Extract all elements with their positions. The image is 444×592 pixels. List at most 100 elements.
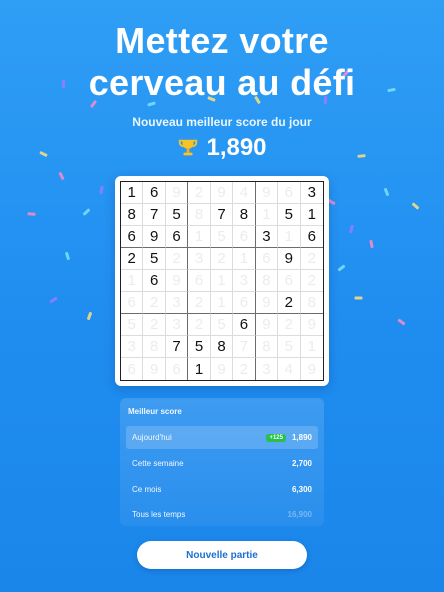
stat-label: Aujourd'hui: [132, 433, 172, 442]
sudoku-cell-empty: 9: [255, 314, 279, 336]
sudoku-cell-empty: 3: [188, 248, 211, 270]
sudoku-cell-empty: 9: [143, 358, 166, 380]
sudoku-cell-empty: 7: [233, 336, 256, 358]
sudoku-cell-empty: 9: [307, 360, 316, 378]
stat-value: 16,900: [287, 510, 312, 519]
confetti-piece: [337, 264, 346, 272]
confetti-piece: [99, 185, 104, 195]
sudoku-cell-empty: 3: [165, 314, 189, 336]
sudoku-cell-empty: 2: [233, 358, 256, 380]
sudoku-cell-empty: 6: [278, 182, 301, 204]
stat-label: Tous les temps: [132, 510, 186, 519]
best-score-panel: Meilleur score Aujourd'hui +125 1,890 Ce…: [120, 398, 324, 526]
sudoku-cell-empty: 8: [188, 204, 211, 226]
sudoku-cell-given: 8: [121, 204, 144, 226]
sudoku-cell-empty: 2: [300, 270, 323, 292]
sudoku-cell-empty: 5: [210, 314, 234, 336]
sudoku-cell-given: 9: [143, 226, 166, 248]
sudoku-cell-empty: 1: [255, 204, 279, 226]
sudoku-cell-empty: 2: [143, 314, 166, 336]
sudoku-cell-empty: 5: [210, 226, 234, 248]
sudoku-cell-empty: 6: [121, 292, 144, 314]
sudoku-cell-given: 8: [233, 204, 256, 226]
score-display: 1,890: [0, 134, 444, 162]
sudoku-cell-given: 5: [143, 248, 166, 270]
sudoku-cell-empty: 3: [256, 358, 279, 380]
sudoku-cell-empty: 3: [165, 292, 189, 314]
stat-label: Cette semaine: [132, 459, 184, 468]
stat-row-month: Ce mois 6,300: [126, 478, 318, 501]
sudoku-cell-empty: 8: [255, 336, 279, 358]
sudoku-cell-empty: 6: [121, 358, 144, 380]
confetti-piece: [27, 212, 36, 216]
sudoku-cell-given: 8: [210, 336, 234, 358]
sudoku-cell-given: 5: [165, 204, 189, 226]
sudoku-cell-empty: 2: [210, 248, 234, 270]
sudoku-cell-given: 6: [233, 314, 256, 336]
sudoku-cell-given: 6: [300, 226, 323, 248]
sudoku-cell-given: 6: [121, 226, 144, 248]
sudoku-grid: 1692949638758781516961563162523216921696…: [120, 181, 324, 381]
sudoku-cell-empty: 2: [188, 182, 211, 204]
headline-line-2: cerveau au défi: [88, 62, 356, 103]
sudoku-cell-given: 6: [143, 270, 166, 292]
sudoku-cell-empty: 1: [300, 336, 323, 358]
sudoku-cell-empty: 8: [300, 292, 323, 314]
sudoku-cell-empty: 6: [278, 270, 301, 292]
sudoku-cell-empty: 1: [233, 248, 256, 270]
stat-row-today: Aujourd'hui +125 1,890: [126, 426, 318, 449]
sudoku-board: 1692949638758781516961563162523216921696…: [115, 176, 329, 386]
trophy-icon: [177, 137, 199, 159]
confetti-piece: [49, 296, 58, 304]
sudoku-cell-given: 1: [188, 358, 211, 380]
sudoku-cell-empty: 9: [300, 314, 323, 336]
confetti-piece: [397, 318, 406, 326]
sudoku-cell-empty: 9: [255, 292, 279, 314]
sudoku-cell-empty: 6: [255, 248, 279, 270]
sudoku-cell-empty: 3: [121, 336, 144, 358]
stat-value: 2,700: [291, 459, 312, 468]
sudoku-cell-given: 3: [255, 226, 279, 248]
sudoku-cell-given: 7: [165, 336, 189, 358]
sudoku-cell-empty: 4: [278, 358, 301, 380]
stat-value: 6,300: [291, 485, 312, 494]
sudoku-cell-empty: 2: [188, 314, 211, 336]
sudoku-cell-given: 6: [165, 226, 189, 248]
sudoku-cell-empty: 2: [188, 292, 211, 314]
headline: Mettez votre cerveau au défi: [0, 20, 444, 104]
sudoku-cell-given: 1: [300, 204, 323, 226]
sudoku-cell-empty: 6: [233, 292, 256, 314]
stat-row-week: Cette semaine 2,700: [126, 452, 318, 475]
sudoku-cell-empty: 2: [278, 314, 301, 336]
new-game-button[interactable]: Nouvelle partie: [137, 541, 307, 569]
sudoku-cell-empty: 4: [233, 182, 256, 204]
sudoku-cell-given: 6: [143, 182, 166, 204]
stat-label: Ce mois: [132, 485, 162, 494]
sudoku-cell-empty: 3: [233, 270, 256, 292]
sudoku-cell-empty: 5: [121, 314, 144, 336]
sudoku-cell-empty: 2: [300, 248, 323, 270]
sudoku-cell-empty: 2: [165, 248, 189, 270]
sudoku-cell-empty: 9: [255, 182, 279, 204]
confetti-piece: [349, 224, 354, 234]
confetti-piece: [82, 208, 91, 216]
best-score-subtitle: Nouveau meilleur score du jour: [132, 115, 312, 129]
sudoku-cell-empty: 9: [211, 358, 234, 380]
score-delta-badge: +125: [266, 433, 286, 442]
sudoku-cell-given: 5: [278, 204, 301, 226]
confetti-piece: [369, 239, 374, 249]
sudoku-cell-empty: 1: [278, 226, 301, 248]
sudoku-cell-given: 2: [121, 248, 144, 270]
confetti-piece: [383, 187, 390, 197]
sudoku-cell-empty: 1: [121, 270, 144, 292]
confetti-piece: [58, 171, 65, 181]
sudoku-cell-given: 3: [300, 182, 323, 204]
sudoku-cell-empty: 9: [210, 182, 234, 204]
sudoku-cell-empty: 8: [255, 270, 279, 292]
sudoku-cell-given: 7: [143, 204, 166, 226]
sudoku-cell-given: 7: [210, 204, 234, 226]
sudoku-cell-empty: 6: [188, 270, 211, 292]
sudoku-cell-empty: 6: [166, 358, 189, 380]
sudoku-cell-given: 1: [121, 182, 144, 204]
stat-value: 1,890: [291, 433, 312, 442]
